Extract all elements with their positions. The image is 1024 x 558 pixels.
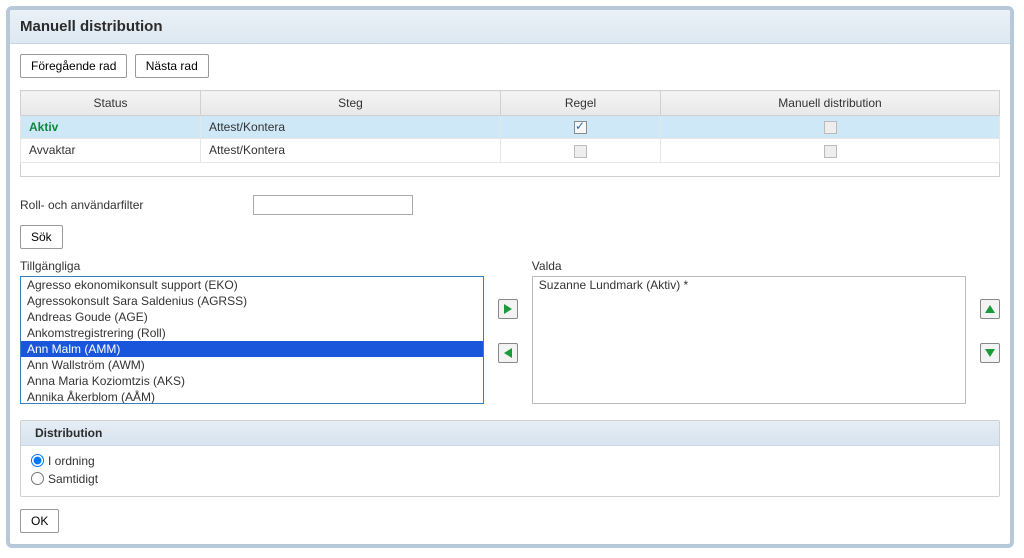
distribution-section: Distribution I ordning Samtidigt — [20, 420, 1000, 497]
cell-steg: Attest/Kontera — [201, 116, 501, 139]
cell-manuell — [661, 139, 1000, 162]
selected-column: Valda Suzanne Lundmark (Aktiv) * — [532, 259, 966, 404]
radio-row-order[interactable]: I ordning — [31, 452, 989, 470]
radio-order[interactable] — [31, 454, 44, 467]
dialog-content: Föregående rad Nästa rad Status Steg Reg… — [10, 44, 1010, 544]
cell-status: Avvaktar — [21, 139, 201, 162]
cell-status: Aktiv — [21, 116, 201, 139]
list-item[interactable]: Ann Malm (AMM) — [21, 341, 483, 357]
ok-button[interactable]: OK — [20, 509, 59, 533]
manuell-checkbox[interactable] — [824, 145, 837, 158]
table-row[interactable]: AktivAttest/Kontera — [21, 116, 1000, 139]
cell-steg: Attest/Kontera — [201, 139, 501, 162]
radio-simul-label: Samtidigt — [48, 470, 98, 488]
radio-order-label: I ordning — [48, 452, 95, 470]
list-item[interactable]: Ann Wallström (AWM) — [21, 357, 483, 373]
list-item[interactable]: Andreas Goude (AGE) — [21, 309, 483, 325]
filter-input[interactable] — [253, 195, 413, 215]
dialog-title: Manuell distribution — [10, 10, 1010, 44]
move-up-button[interactable] — [980, 299, 1000, 319]
col-manuell: Manuell distribution — [661, 91, 1000, 116]
list-item[interactable]: Suzanne Lundmark (Aktiv) * — [533, 277, 965, 293]
cell-manuell — [661, 116, 1000, 139]
available-column: Tillgängliga Agresso ekonomikonsult supp… — [20, 259, 484, 404]
regel-checkbox[interactable] — [574, 121, 587, 134]
selected-label: Valda — [532, 259, 966, 273]
selected-listbox[interactable]: Suzanne Lundmark (Aktiv) * — [532, 276, 966, 404]
cell-regel — [501, 116, 661, 139]
available-label: Tillgängliga — [20, 259, 484, 273]
arrow-up-icon — [984, 303, 996, 315]
list-item[interactable]: Agresso ekonomikonsult support (EKO) — [21, 277, 483, 293]
nav-button-row: Föregående rad Nästa rad — [20, 54, 1000, 78]
move-left-button[interactable] — [498, 343, 518, 363]
available-listbox[interactable]: Agresso ekonomikonsult support (EKO)Agre… — [20, 276, 484, 404]
picklists: Tillgängliga Agresso ekonomikonsult supp… — [20, 259, 1000, 404]
steps-table: Status Steg Regel Manuell distribution A… — [20, 90, 1000, 163]
manuell-checkbox[interactable] — [824, 121, 837, 134]
filter-label: Roll- och användarfilter — [20, 198, 143, 212]
col-steg: Steg — [201, 91, 501, 116]
prev-row-button[interactable]: Föregående rad — [20, 54, 127, 78]
col-status: Status — [21, 91, 201, 116]
list-item[interactable]: Anna Maria Koziomtzis (AKS) — [21, 373, 483, 389]
distribution-title: Distribution — [21, 421, 999, 446]
list-item[interactable]: Annika Åkerblom (AÅM) — [21, 389, 483, 404]
regel-checkbox[interactable] — [574, 145, 587, 158]
steps-table-footer — [20, 163, 1000, 177]
move-button-column — [498, 259, 518, 363]
radio-row-simul[interactable]: Samtidigt — [31, 470, 989, 488]
order-button-column — [980, 259, 1000, 363]
col-regel: Regel — [501, 91, 661, 116]
filter-row: Roll- och användarfilter — [20, 195, 1000, 215]
radio-simul[interactable] — [31, 472, 44, 485]
move-right-button[interactable] — [498, 299, 518, 319]
search-button[interactable]: Sök — [20, 225, 63, 249]
table-row[interactable]: AvvaktarAttest/Kontera — [21, 139, 1000, 162]
cell-regel — [501, 139, 661, 162]
dialog-frame: Manuell distribution Föregående rad Näst… — [6, 6, 1014, 548]
arrow-down-icon — [984, 347, 996, 359]
list-item[interactable]: Agressokonsult Sara Saldenius (AGRSS) — [21, 293, 483, 309]
next-row-button[interactable]: Nästa rad — [135, 54, 209, 78]
arrow-left-icon — [502, 347, 514, 359]
arrow-right-icon — [502, 303, 514, 315]
move-down-button[interactable] — [980, 343, 1000, 363]
list-item[interactable]: Ankomstregistrering (Roll) — [21, 325, 483, 341]
